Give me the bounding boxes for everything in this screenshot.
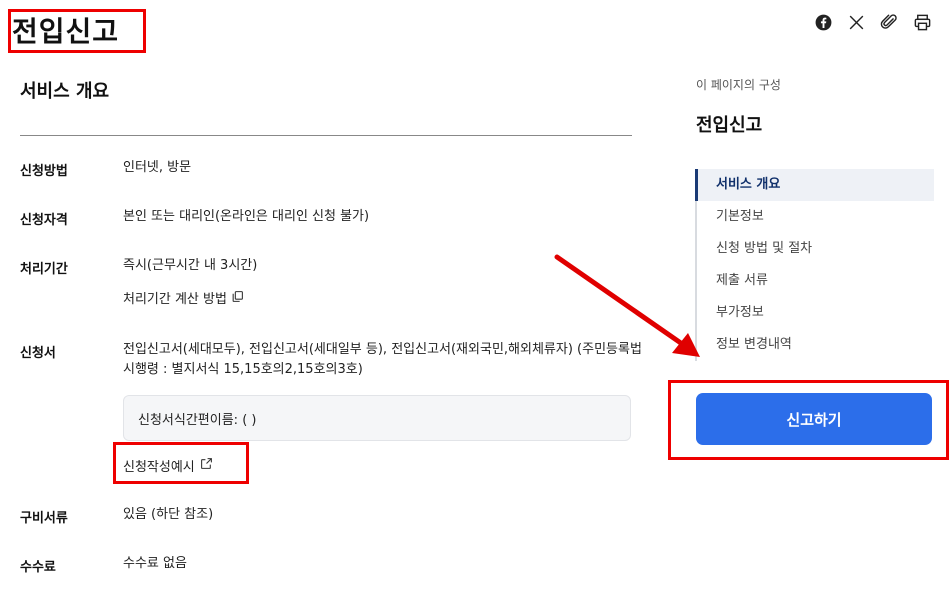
row-label-fee: 수수료 <box>20 560 56 575</box>
row-label-application-form: 신청서 <box>20 346 56 361</box>
x-icon[interactable] <box>847 13 866 32</box>
row-value-fee: 수수료 없음 <box>123 556 187 571</box>
toc-item-change-history[interactable]: 정보 변경내역 <box>697 329 934 361</box>
row-value-method: 인터넷, 방문 <box>123 160 192 175</box>
row-value-processing-time: 즉시(근무시간 내 3시간) <box>123 258 258 273</box>
row-value-application-form-line2: 시행령 : 별지서식 15,15호의2,15호의3호) <box>123 362 363 377</box>
toc-caption: 이 페이지의 구성 <box>696 78 781 92</box>
processing-time-calc-link[interactable]: 처리기간 계산 방법 <box>123 289 244 310</box>
title-highlight-box <box>8 9 146 53</box>
print-icon[interactable] <box>913 13 932 32</box>
toc-item-method-procedure[interactable]: 신청 방법 및 절차 <box>697 233 934 265</box>
form-short-name-box: 신청서식간편이름: ( ) <box>123 395 631 441</box>
row-label-eligibility: 신청자격 <box>20 213 68 228</box>
copy-icon <box>231 289 244 310</box>
processing-time-calc-label: 처리기간 계산 방법 <box>123 292 227 307</box>
row-label-method: 신청방법 <box>20 164 68 179</box>
row-value-documents: 있음 (하단 참조) <box>123 507 214 522</box>
row-value-application-form-line1: 전입신고서(세대모두), 전입신고서(세대일부 등), 전입신고서(재외국민,해… <box>123 342 642 357</box>
toc-item-basic-info[interactable]: 기본정보 <box>697 201 934 233</box>
service-overview-heading: 서비스 개요 <box>20 81 110 102</box>
row-label-processing-time: 처리기간 <box>20 262 68 277</box>
facebook-icon[interactable] <box>814 13 833 32</box>
form-short-name-text: 신청서식간편이름: ( ) <box>138 412 257 428</box>
divider <box>20 135 632 136</box>
attachment-icon[interactable] <box>880 13 899 32</box>
row-label-documents: 구비서류 <box>20 511 68 526</box>
toc-item-additional-info[interactable]: 부가정보 <box>697 297 934 329</box>
toc-item-documents[interactable]: 제출 서류 <box>697 265 934 297</box>
example-link-highlight-box <box>113 442 249 484</box>
toc-list: 서비스 개요 기본정보 신청 방법 및 절차 제출 서류 부가정보 정보 변경내… <box>695 169 934 361</box>
row-value-eligibility: 본인 또는 대리인(온라인은 대리인 신청 불가) <box>123 209 370 224</box>
toc-item-service-overview[interactable]: 서비스 개요 <box>695 169 934 201</box>
toc-title: 전입신고 <box>696 115 763 136</box>
share-toolbar <box>814 13 932 32</box>
report-button-highlight-box <box>668 380 949 460</box>
